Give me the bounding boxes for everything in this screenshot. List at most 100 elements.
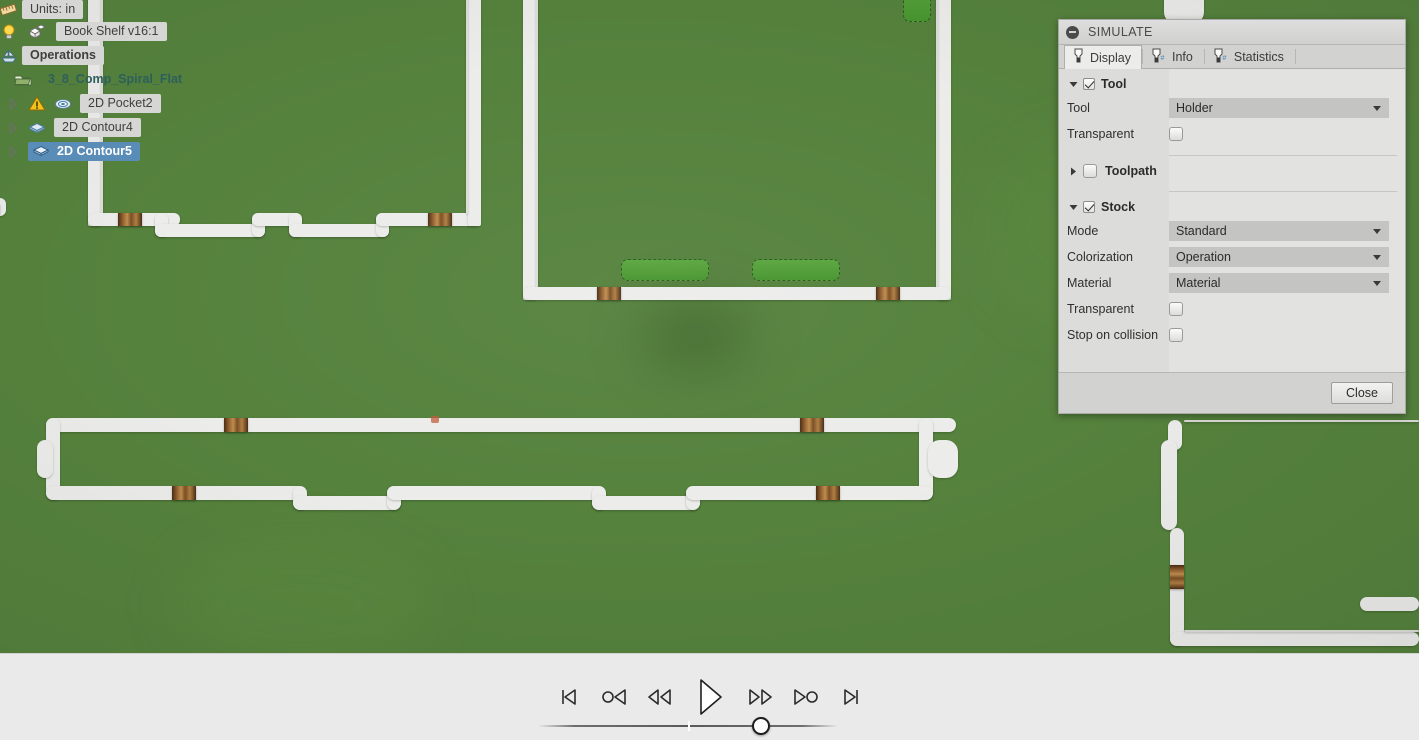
row-tool: Tool Holder (1059, 95, 1405, 121)
tab-display[interactable]: Display (1064, 45, 1142, 69)
tree-row-2d-pocket2[interactable]: 2D Pocket2 (6, 94, 161, 113)
stock-notch-left-run (155, 224, 265, 237)
expand-arrow-icon[interactable] (6, 119, 20, 137)
ruler-icon (0, 1, 18, 19)
group-checkbox-tool[interactable] (1083, 78, 1095, 90)
stock-mid-edge-left (523, 0, 536, 300)
step-back-operation-icon[interactable] (597, 680, 631, 714)
label-stop-on-collision: Stop on collision (1067, 328, 1159, 342)
playback-controls (0, 676, 1419, 718)
group-header-toolpath[interactable]: Toolpath (1059, 160, 1405, 182)
tool-stats-icon: # (1213, 48, 1229, 67)
holding-tab (224, 418, 248, 432)
setup-folder-icon (14, 71, 32, 89)
tab-info[interactable]: # Info (1143, 45, 1204, 68)
shadow-blob (640, 300, 750, 370)
dropdown-material[interactable]: Material (1169, 273, 1389, 293)
tree-label-2d-contour5: 2D Contour5 (28, 142, 140, 161)
tab-statistics-label: Statistics (1233, 50, 1284, 64)
group-label-tool: Tool (1101, 77, 1127, 91)
play-icon[interactable] (689, 676, 731, 718)
dropdown-colorization-value: Operation (1176, 250, 1231, 264)
simulate-dialog-body: Tool Tool Holder Transparent Toolpath St… (1059, 69, 1405, 372)
ship-icon (0, 47, 18, 65)
holding-tab (172, 486, 196, 500)
group-label-stock: Stock (1101, 200, 1136, 214)
tree-label-2d-contour4: 2D Contour4 (54, 118, 141, 137)
stock-large-right-bump (928, 440, 958, 478)
highlight-pad (621, 259, 709, 281)
stock-right-inner-line (1184, 420, 1419, 422)
row-stop-on-collision: Stop on collision (1059, 322, 1405, 348)
holding-tab (800, 418, 824, 432)
stock-right-bottom-run (1170, 632, 1419, 646)
holding-tab (428, 213, 452, 226)
simulate-dialog[interactable]: SIMULATE Display # Info # Statistics Too… (1058, 19, 1406, 414)
holding-tab (1170, 565, 1184, 589)
label-tool-transparent: Transparent (1067, 127, 1134, 141)
checkbox-stop-on-collision[interactable] (1169, 328, 1183, 342)
label-stock-transparent: Transparent (1067, 302, 1134, 316)
stock-mid-edge-right (938, 0, 951, 300)
row-stock-transparent: Transparent (1059, 296, 1405, 322)
tree-row-2d-contour5[interactable]: 2D Contour5 (6, 142, 140, 161)
tool-info-icon: # (1151, 48, 1167, 67)
dropdown-mode[interactable]: Standard (1169, 221, 1389, 241)
tree-row-component[interactable]: Book Shelf v16:1 (0, 22, 167, 41)
lightbulb-icon[interactable] (0, 23, 18, 41)
stock-large-bottom-run-c (686, 486, 933, 500)
tree-row-2d-contour4[interactable]: 2D Contour4 (6, 118, 141, 137)
group-label-toolpath: Toolpath (1105, 164, 1157, 178)
group-checkbox-toolpath[interactable] (1083, 164, 1097, 178)
chevron-down-icon (1373, 281, 1381, 286)
dropdown-tool[interactable]: Holder (1169, 98, 1389, 118)
contour-icon (28, 119, 46, 137)
stock-right-small-fragment (1360, 597, 1419, 611)
group-header-tool[interactable]: Tool (1059, 73, 1405, 95)
minus-circle-icon[interactable] (1066, 25, 1079, 39)
label-colorization: Colorization (1067, 250, 1134, 264)
expand-arrow-icon[interactable] (6, 143, 20, 161)
group-checkbox-stock[interactable] (1083, 201, 1095, 213)
tool-marker (431, 416, 439, 423)
fast-forward-icon[interactable] (743, 680, 777, 714)
tree-row-operations[interactable]: Operations (0, 46, 104, 65)
tab-info-label: Info (1172, 50, 1193, 64)
stock-large-notch1-run (293, 496, 401, 510)
stock-edge-right-inner (466, 0, 468, 214)
simulate-dialog-header[interactable]: SIMULATE (1059, 20, 1405, 45)
checkbox-stock-transparent[interactable] (1169, 302, 1183, 316)
tree-label-units: Units: in (22, 0, 84, 19)
stock-mid-edge-right-inner (936, 0, 938, 290)
tree-row-units[interactable]: Units: in (0, 0, 84, 19)
skip-to-start-icon[interactable] (551, 680, 585, 714)
simulate-tab-bar[interactable]: Display # Info # Statistics (1059, 45, 1405, 69)
dropdown-tool-value: Holder (1176, 101, 1213, 115)
timeline-slider[interactable] (538, 717, 838, 735)
simulate-dialog-title: SIMULATE (1088, 25, 1153, 39)
stock-large-left-bump (37, 440, 53, 478)
rewind-icon[interactable] (643, 680, 677, 714)
dropdown-colorization[interactable]: Operation (1169, 247, 1389, 267)
chevron-down-icon[interactable] (1067, 81, 1079, 88)
chevron-down-icon[interactable] (1067, 204, 1079, 211)
timeline-knob[interactable] (752, 717, 770, 735)
checkbox-tool-transparent[interactable] (1169, 127, 1183, 141)
label-mode: Mode (1067, 224, 1099, 238)
dropdown-mode-value: Standard (1176, 224, 1227, 238)
tree-row-setup[interactable]: 3_8_Comp_Spiral_Flat (8, 70, 190, 89)
close-button[interactable]: Close (1331, 382, 1393, 404)
chevron-right-icon[interactable] (1067, 167, 1079, 176)
skip-to-end-icon[interactable] (835, 680, 869, 714)
stock-notch-mid-run (289, 224, 389, 237)
warning-icon (28, 95, 46, 113)
tree-selected-label: 2D Contour5 (57, 144, 132, 158)
svg-text:#: # (1161, 55, 1165, 62)
holding-tab (876, 287, 900, 300)
tab-statistics[interactable]: # Statistics (1205, 45, 1295, 68)
step-forward-operation-icon[interactable] (789, 680, 823, 714)
tree-label-component: Book Shelf v16:1 (56, 22, 167, 41)
chevron-down-icon (1373, 106, 1381, 111)
group-header-stock[interactable]: Stock (1059, 196, 1405, 218)
expand-arrow-icon[interactable] (6, 95, 20, 113)
